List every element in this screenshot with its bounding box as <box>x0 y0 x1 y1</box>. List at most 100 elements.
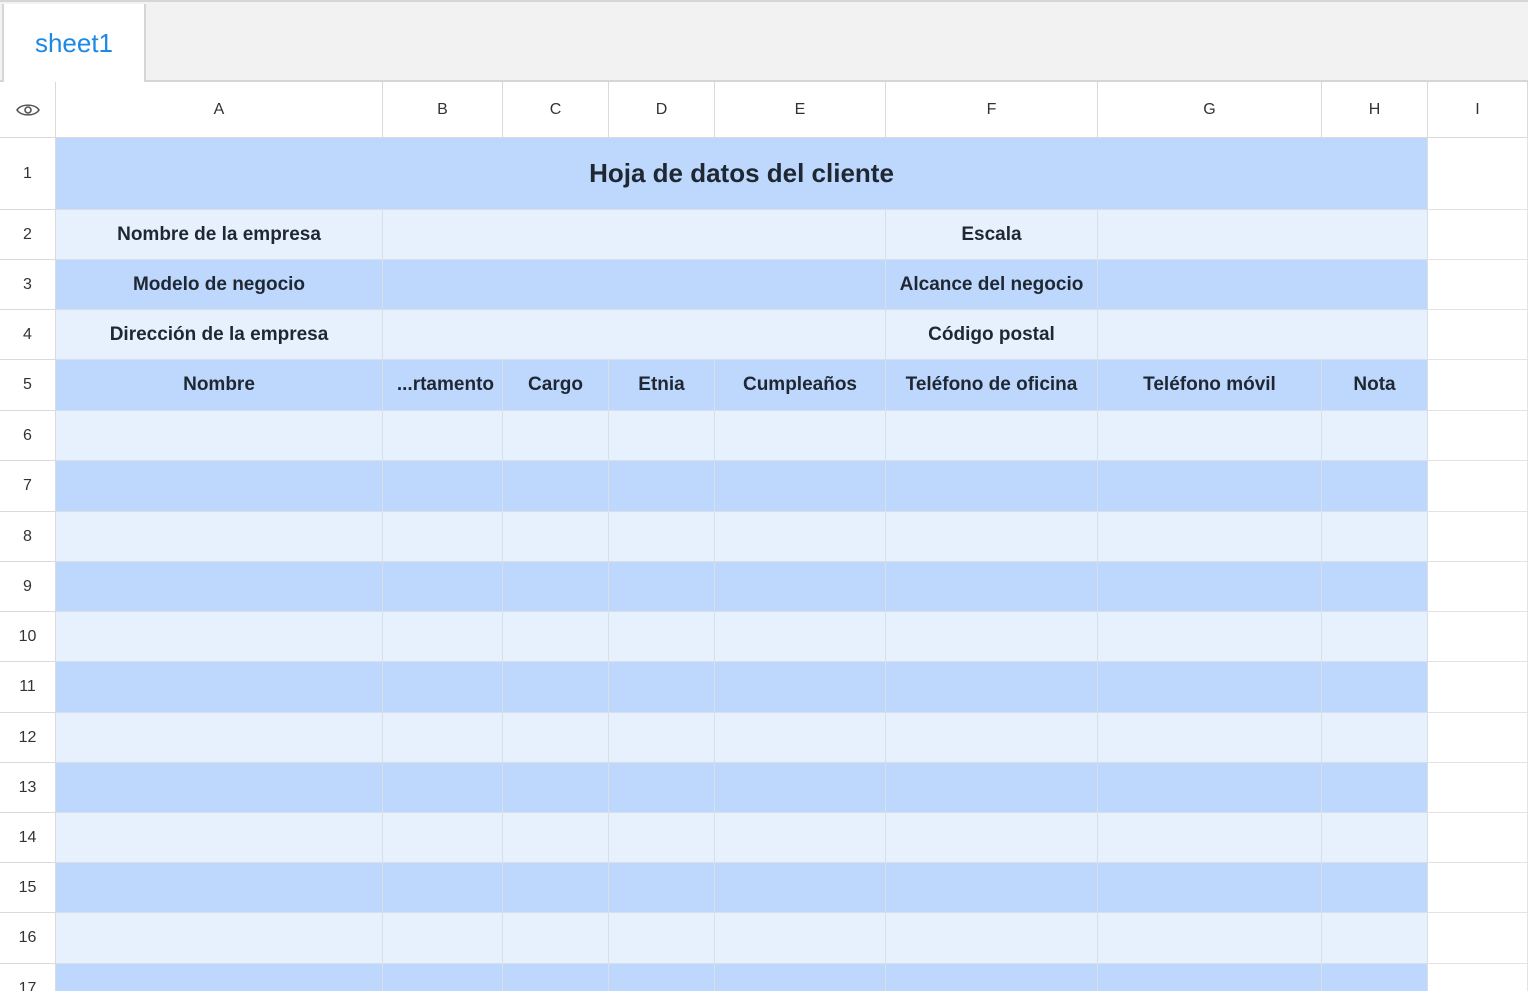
column-title-cell[interactable]: Nombre <box>56 360 383 411</box>
table-cell[interactable] <box>1428 612 1528 662</box>
table-cell[interactable] <box>609 913 715 964</box>
table-cell[interactable] <box>1322 913 1428 964</box>
table-cell[interactable] <box>886 964 1098 991</box>
table-cell[interactable] <box>1428 310 1528 360</box>
row-header-16[interactable]: 16 <box>0 913 56 964</box>
table-cell[interactable] <box>715 863 886 913</box>
business-scope-label-cell[interactable]: Alcance del negocio <box>886 260 1098 310</box>
table-cell[interactable] <box>1428 763 1528 813</box>
column-header-i[interactable]: I <box>1428 82 1528 138</box>
column-header-h[interactable]: H <box>1322 82 1428 138</box>
table-cell[interactable] <box>503 512 609 562</box>
table-cell[interactable] <box>1098 662 1322 713</box>
table-cell[interactable] <box>503 713 609 763</box>
table-cell[interactable] <box>1322 562 1428 612</box>
column-title-cell[interactable]: Cargo <box>503 360 609 411</box>
table-cell[interactable] <box>715 763 886 813</box>
table-cell[interactable] <box>715 562 886 612</box>
table-cell[interactable] <box>609 763 715 813</box>
table-cell[interactable] <box>383 461 503 512</box>
table-cell[interactable] <box>715 713 886 763</box>
table-cell[interactable] <box>56 662 383 713</box>
column-title-cell[interactable]: Cumpleaños <box>715 360 886 411</box>
table-cell[interactable] <box>1098 562 1322 612</box>
table-cell[interactable] <box>886 913 1098 964</box>
table-cell[interactable] <box>886 411 1098 461</box>
table-cell[interactable] <box>1322 713 1428 763</box>
table-cell[interactable] <box>383 913 503 964</box>
table-cell[interactable] <box>383 662 503 713</box>
table-cell[interactable] <box>1098 612 1322 662</box>
table-cell[interactable] <box>383 512 503 562</box>
table-cell[interactable] <box>503 662 609 713</box>
table-cell[interactable] <box>503 562 609 612</box>
table-cell[interactable] <box>1428 913 1528 964</box>
table-cell[interactable] <box>503 813 609 863</box>
table-cell[interactable] <box>56 913 383 964</box>
table-cell[interactable] <box>715 612 886 662</box>
table-cell[interactable] <box>609 512 715 562</box>
table-cell[interactable] <box>56 512 383 562</box>
table-cell[interactable] <box>886 813 1098 863</box>
table-cell[interactable] <box>383 964 503 991</box>
table-cell[interactable] <box>1428 461 1528 512</box>
table-cell[interactable] <box>609 411 715 461</box>
table-cell[interactable] <box>1098 813 1322 863</box>
table-cell[interactable] <box>1098 713 1322 763</box>
company-address-value-cell[interactable] <box>383 310 886 360</box>
table-cell[interactable] <box>503 913 609 964</box>
table-cell[interactable] <box>609 713 715 763</box>
column-header-d[interactable]: D <box>609 82 715 138</box>
table-cell[interactable] <box>1322 763 1428 813</box>
table-cell[interactable] <box>886 562 1098 612</box>
table-cell[interactable] <box>503 863 609 913</box>
company-address-label-cell[interactable]: Dirección de la empresa <box>56 310 383 360</box>
sheet-title-cell[interactable]: Hoja de datos del cliente <box>56 138 1428 210</box>
postal-code-label-cell[interactable]: Código postal <box>886 310 1098 360</box>
table-cell[interactable] <box>1428 863 1528 913</box>
row-header-13[interactable]: 13 <box>0 763 56 813</box>
business-model-label-cell[interactable]: Modelo de negocio <box>56 260 383 310</box>
row-header-1[interactable]: 1 <box>0 138 56 210</box>
table-cell[interactable] <box>886 863 1098 913</box>
row-header-6[interactable]: 6 <box>0 411 56 461</box>
table-cell[interactable] <box>1428 138 1528 210</box>
table-cell[interactable] <box>1098 964 1322 991</box>
table-cell[interactable] <box>886 612 1098 662</box>
column-header-a[interactable]: A <box>56 82 383 138</box>
table-cell[interactable] <box>56 612 383 662</box>
table-cell[interactable] <box>1322 512 1428 562</box>
row-header-7[interactable]: 7 <box>0 461 56 512</box>
table-cell[interactable] <box>1322 612 1428 662</box>
select-all-corner[interactable] <box>0 82 56 138</box>
table-cell[interactable] <box>1098 763 1322 813</box>
column-title-cell[interactable]: Etnia <box>609 360 715 411</box>
table-cell[interactable] <box>715 662 886 713</box>
table-cell[interactable] <box>383 863 503 913</box>
table-cell[interactable] <box>886 461 1098 512</box>
table-cell[interactable] <box>383 763 503 813</box>
table-cell[interactable] <box>56 763 383 813</box>
table-cell[interactable] <box>503 612 609 662</box>
table-cell[interactable] <box>609 662 715 713</box>
table-cell[interactable] <box>1428 662 1528 713</box>
column-title-cell[interactable]: Teléfono de oficina <box>886 360 1098 411</box>
table-cell[interactable] <box>715 411 886 461</box>
row-header-2[interactable]: 2 <box>0 210 56 260</box>
table-cell[interactable] <box>715 512 886 562</box>
row-header-8[interactable]: 8 <box>0 512 56 562</box>
table-cell[interactable] <box>1098 461 1322 512</box>
table-cell[interactable] <box>609 863 715 913</box>
column-header-c[interactable]: C <box>503 82 609 138</box>
company-name-label-cell[interactable]: Nombre de la empresa <box>56 210 383 260</box>
table-cell[interactable] <box>1322 964 1428 991</box>
table-cell[interactable] <box>1428 813 1528 863</box>
table-cell[interactable] <box>1098 411 1322 461</box>
scale-label-cell[interactable]: Escala <box>886 210 1098 260</box>
business-scope-value-cell[interactable] <box>1098 260 1428 310</box>
column-title-cell[interactable]: ...rtamento <box>383 360 503 411</box>
table-cell[interactable] <box>1098 913 1322 964</box>
table-cell[interactable] <box>715 813 886 863</box>
row-header-4[interactable]: 4 <box>0 310 56 360</box>
column-header-e[interactable]: E <box>715 82 886 138</box>
